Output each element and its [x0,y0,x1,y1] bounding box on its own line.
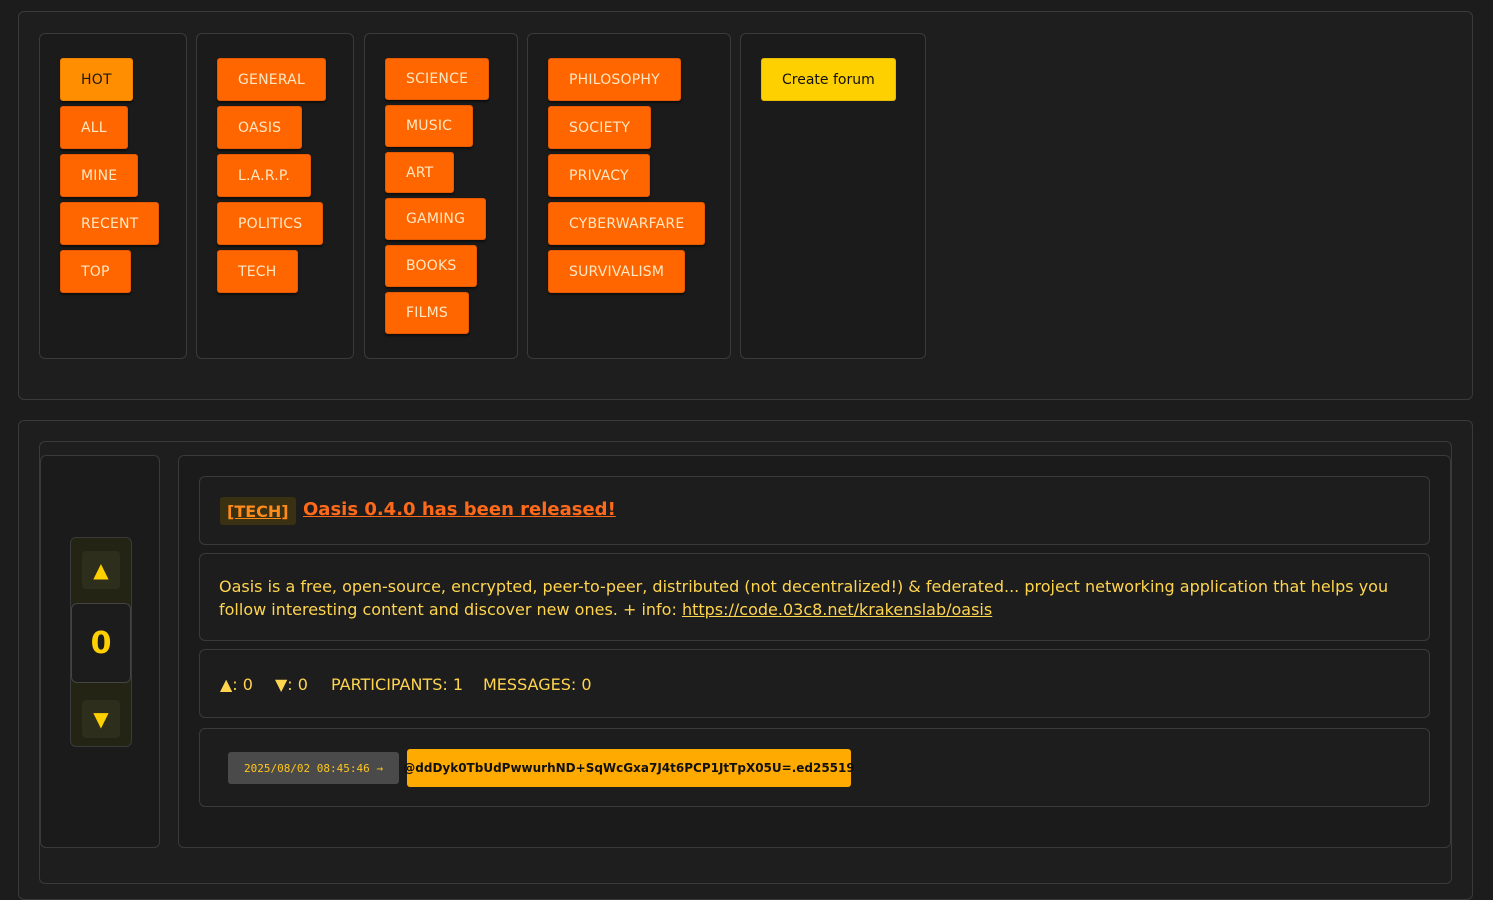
forum-feed-panel: ▲ 0 ▼ [TECH] Oasis 0.4.0 has been releas… [18,420,1473,900]
filter-button-l-a-r-p[interactable]: L.A.R.P. [217,154,312,197]
filter-button-top[interactable]: TOP [60,250,131,293]
messages-count: MESSAGES: 0 [483,675,592,694]
filter-button-mine[interactable]: MINE [60,154,139,197]
post-date-link[interactable]: 2025/08/02 08:45:46 → [228,752,399,784]
post-stats-card: ▲: 0 ▼: 0 PARTICIPANTS: 1 MESSAGES: 0 [199,649,1430,718]
filter-group-categories-1: GENERAL OASIS L.A.R.P. POLITICS TECH [196,33,354,359]
filter-button-politics[interactable]: POLITICS [217,202,324,245]
filter-button-gaming[interactable]: GAMING [385,198,487,241]
filter-button-music[interactable]: MUSIC [385,104,474,147]
post-category-tag[interactable]: [TECH] [220,497,296,525]
downvote-count: ▼: 0 [275,675,308,694]
filter-button-society[interactable]: SOCIETY [548,106,652,149]
filter-button-philosophy[interactable]: PHILOSOPHY [548,58,681,101]
filter-button-survivalism[interactable]: SURVIVALISM [548,250,686,293]
post-info-link[interactable]: https://code.03c8.net/krakenslab/oasis [682,600,992,619]
filter-button-hot[interactable]: HOT [60,58,133,101]
filter-button-art[interactable]: ART [385,151,455,194]
participants-count: PARTICIPANTS: 1 [331,675,464,694]
vote-box: ▲ 0 ▼ [70,537,132,747]
post-author-link[interactable]: @ddDyk0TbUdPwwurhND+SqWcGxa7J4t6PCP1JtTp… [403,749,855,787]
downvote-button[interactable]: ▼ [82,700,120,738]
filter-button-films[interactable]: FILMS [385,292,469,334]
filter-group-categories-2: SCIENCE MUSIC ART GAMING BOOKS FILMS [364,33,518,359]
filter-button-all[interactable]: ALL [60,106,128,149]
filter-button-privacy[interactable]: PRIVACY [548,154,650,197]
filter-group-views: HOT ALL MINE RECENT TOP [39,33,187,359]
post-meta-card: 2025/08/02 08:45:46 → @ddDyk0TbUdPwwurhN… [199,728,1430,807]
filter-group-create: Create forum [740,33,926,359]
filter-button-recent[interactable]: RECENT [60,202,160,245]
filter-button-general[interactable]: GENERAL [217,58,326,101]
vote-column: ▲ 0 ▼ [40,455,160,848]
filter-button-science[interactable]: SCIENCE [385,58,490,100]
filter-button-tech[interactable]: TECH [217,250,298,293]
post-title-link[interactable]: Oasis 0.4.0 has been released! [303,499,616,520]
post-score: 0 [71,603,131,683]
forum-filters-panel: HOT ALL MINE RECENT TOP GENERAL OASIS L.A.R.P.… [18,11,1473,400]
upvote-count: ▲: 0 [220,675,253,694]
forum-post: ▲ 0 ▼ [TECH] Oasis 0.4.0 has been releas… [39,441,1452,884]
post-title-card: [TECH] Oasis 0.4.0 has been released! [199,476,1430,545]
filter-group-categories-3: PHILOSOPHY SOCIETY PRIVACY CYBERWARFARE SURV… [527,33,731,359]
create-forum-button[interactable]: Create forum [761,58,896,101]
filter-button-oasis[interactable]: OASIS [217,106,303,149]
post-body-card: Oasis is a free, open-source, encrypted,… [199,553,1430,641]
upvote-button[interactable]: ▲ [82,551,120,589]
filter-button-books[interactable]: BOOKS [385,245,478,288]
post-content: [TECH] Oasis 0.4.0 has been released! Oa… [178,455,1451,848]
filter-button-cyberwarfare[interactable]: CYBERWARFARE [548,202,706,245]
post-body: Oasis is a free, open-source, encrypted,… [219,575,1410,621]
